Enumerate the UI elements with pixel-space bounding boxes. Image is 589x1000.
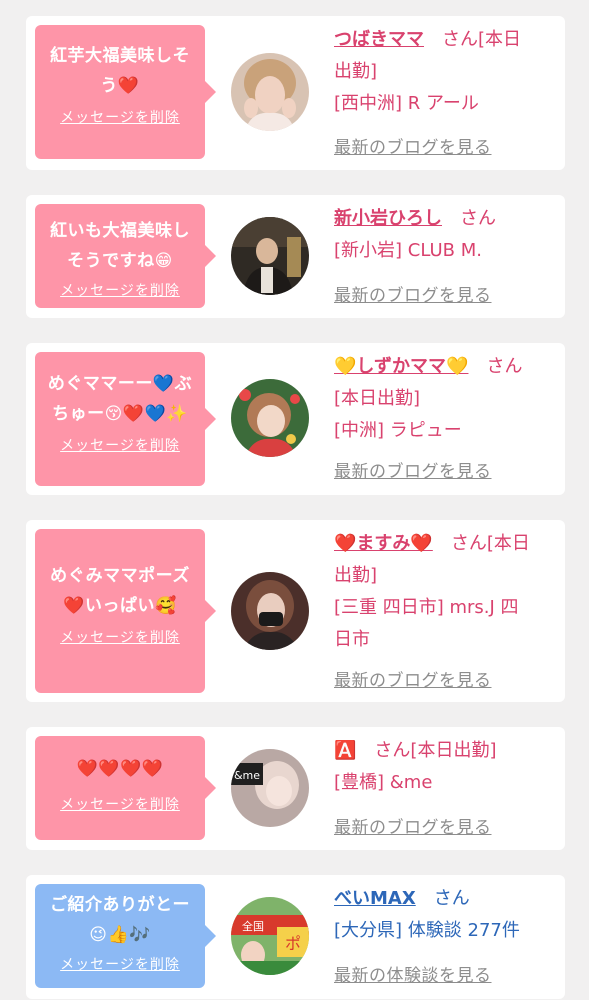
profile-shop: [西中洲] R アール bbox=[334, 93, 479, 114]
profile-shop: [新小岩] CLUB M. bbox=[334, 240, 482, 261]
message-card: 紅芋大福美味しそ う❤️ メッセージを削除 つばきママ さん[本日 出勤] [西中… bbox=[26, 16, 565, 170]
latest-blog-link[interactable]: 最新のブログを見る bbox=[334, 133, 492, 158]
profile-info: ❤️ますみ❤️ さん[本日 出勤] [三重 四日市] mrs.J 四 日市 bbox=[334, 528, 551, 656]
honorific: さん bbox=[486, 356, 523, 377]
message-line: ちゅー😚❤️💙✨ bbox=[52, 404, 188, 424]
message-line: ご紹介ありがとー bbox=[50, 895, 190, 915]
message-card: めぐみママポーズ ❤️いっぱい🥰 メッセージを削除 ❤️ますみ❤️ さん[本日 出… bbox=[26, 520, 565, 702]
profile-name-link[interactable]: 新小岩ひろし bbox=[334, 208, 442, 229]
avatar[interactable]: &me bbox=[231, 749, 309, 827]
message-text: 紅芋大福美味しそ う❤️ bbox=[50, 41, 190, 101]
message-text: 紅いも大福美味し そうですね😁 bbox=[50, 216, 190, 276]
message-line: 紅芋大福美味しそ bbox=[50, 46, 190, 66]
avatar[interactable] bbox=[231, 53, 309, 131]
message-bubble: 紅芋大福美味しそ う❤️ メッセージを削除 bbox=[35, 25, 216, 159]
profile-line: 出勤] bbox=[334, 61, 378, 82]
avatar-photo bbox=[231, 53, 309, 131]
latest-blog-link[interactable]: 最新のブログを見る bbox=[334, 457, 492, 482]
profile-name-link[interactable]: つばきママ bbox=[334, 29, 424, 50]
profile-shop-cont: 日市 bbox=[334, 629, 370, 650]
profile-shop: [中洲] ラピュー bbox=[334, 420, 462, 441]
message-line: めぐみママポーズ bbox=[50, 566, 190, 586]
profile-line: [本日出勤] bbox=[334, 388, 421, 409]
avatar[interactable] bbox=[231, 217, 309, 295]
avatar[interactable] bbox=[231, 572, 309, 650]
message-bubble: ❤️❤️❤️❤️ メッセージを削除 bbox=[35, 736, 216, 840]
honorific: さん bbox=[460, 208, 496, 229]
message-bubble: めぐみママポーズ ❤️いっぱい🥰 メッセージを削除 bbox=[35, 529, 216, 693]
profile-info: 新小岩ひろし さん [新小岩] CLUB M. bbox=[334, 203, 551, 267]
avatar-photo: &me bbox=[231, 749, 309, 827]
delete-message-link[interactable]: メッセージを削除 bbox=[60, 435, 180, 455]
latest-review-link[interactable]: 最新の体験談を見る bbox=[334, 961, 492, 986]
message-line: めぐママーー💙ぶ bbox=[47, 374, 193, 394]
profile-line: 出勤] bbox=[334, 565, 378, 586]
avatar[interactable] bbox=[231, 379, 309, 457]
message-line: 😉👍🎶 bbox=[89, 925, 151, 945]
honorific: さん[本日出勤] bbox=[374, 740, 497, 761]
profile-name-link[interactable]: 💛しずかママ💛 bbox=[334, 356, 468, 377]
message-bubble: めぐママーー💙ぶ ちゅー😚❤️💙✨ メッセージを削除 bbox=[35, 352, 216, 486]
message-line: そうですね😁 bbox=[67, 251, 173, 271]
message-card: ご紹介ありがとー 😉👍🎶 メッセージを削除 全国 ポ べいMAX さん [大分県]… bbox=[26, 875, 565, 999]
message-bubble: 紅いも大福美味し そうですね😁 メッセージを削除 bbox=[35, 204, 216, 308]
avatar-overlay-text: ポ bbox=[285, 934, 301, 953]
message-bubble: ご紹介ありがとー 😉👍🎶 メッセージを削除 bbox=[35, 884, 216, 988]
profile-info: 💛しずかママ💛 さん [本日出勤] [中洲] ラピュー bbox=[334, 351, 551, 447]
profile-name-link[interactable]: べいMAX bbox=[334, 888, 416, 909]
avatar-photo bbox=[231, 379, 309, 457]
message-line: ❤️いっぱい🥰 bbox=[63, 596, 177, 616]
avatar-overlay-text: &me bbox=[234, 769, 260, 782]
message-card: めぐママーー💙ぶ ちゅー😚❤️💙✨ メッセージを削除 💛しずかママ💛 さん [本日… bbox=[26, 343, 565, 495]
latest-blog-link[interactable]: 最新のブログを見る bbox=[334, 281, 492, 306]
profile-shop: [三重 四日市] mrs.J 四 bbox=[334, 597, 519, 618]
avatar-photo bbox=[231, 217, 309, 295]
message-line: 紅いも大福美味し bbox=[50, 221, 190, 241]
message-card: ❤️❤️❤️❤️ メッセージを削除 &me 🅰️ さん[本日出勤] [豊橋] &m… bbox=[26, 727, 565, 850]
profile-shop: [大分県] 体験談 277件 bbox=[334, 920, 520, 941]
message-text: ご紹介ありがとー 😉👍🎶 bbox=[50, 890, 190, 950]
delete-message-link[interactable]: メッセージを削除 bbox=[60, 954, 180, 974]
delete-message-link[interactable]: メッセージを削除 bbox=[60, 280, 180, 300]
honorific: さん[本日 bbox=[442, 29, 522, 50]
profile-shop: [豊橋] &me bbox=[334, 772, 433, 793]
message-list: 紅芋大福美味しそ う❤️ メッセージを削除 つばきママ さん[本日 出勤] [西中… bbox=[0, 0, 589, 999]
message-text: めぐママーー💙ぶ ちゅー😚❤️💙✨ bbox=[48, 369, 192, 429]
profile-name-link[interactable]: 🅰️ bbox=[334, 740, 356, 761]
profile-name-link[interactable]: ❤️ますみ❤️ bbox=[334, 533, 433, 554]
honorific: さん[本日 bbox=[450, 533, 530, 554]
profile-info: べいMAX さん [大分県] 体験談 277件 bbox=[334, 883, 551, 947]
avatar-overlay-text: 全国 bbox=[242, 919, 264, 933]
latest-blog-link[interactable]: 最新のブログを見る bbox=[334, 813, 492, 838]
profile-info: つばきママ さん[本日 出勤] [西中洲] R アール bbox=[334, 24, 551, 120]
message-card: 紅いも大福美味し そうですね😁 メッセージを削除 新小岩ひろし さん [新小岩] … bbox=[26, 195, 565, 318]
delete-message-link[interactable]: メッセージを削除 bbox=[60, 627, 180, 647]
message-text: めぐみママポーズ ❤️いっぱい🥰 bbox=[50, 561, 190, 621]
avatar-photo bbox=[231, 572, 309, 650]
avatar-photo: 全国 ポ bbox=[231, 897, 309, 975]
message-text: ❤️❤️❤️❤️ bbox=[77, 754, 164, 784]
delete-message-link[interactable]: メッセージを削除 bbox=[60, 794, 180, 814]
latest-blog-link[interactable]: 最新のブログを見る bbox=[334, 666, 492, 691]
message-line: う❤️ bbox=[100, 76, 140, 96]
honorific: さん bbox=[433, 888, 470, 909]
profile-info: 🅰️ さん[本日出勤] [豊橋] &me bbox=[334, 735, 551, 799]
avatar[interactable]: 全国 ポ bbox=[231, 897, 309, 975]
message-line: ❤️❤️❤️❤️ bbox=[76, 759, 164, 779]
delete-message-link[interactable]: メッセージを削除 bbox=[60, 107, 180, 127]
